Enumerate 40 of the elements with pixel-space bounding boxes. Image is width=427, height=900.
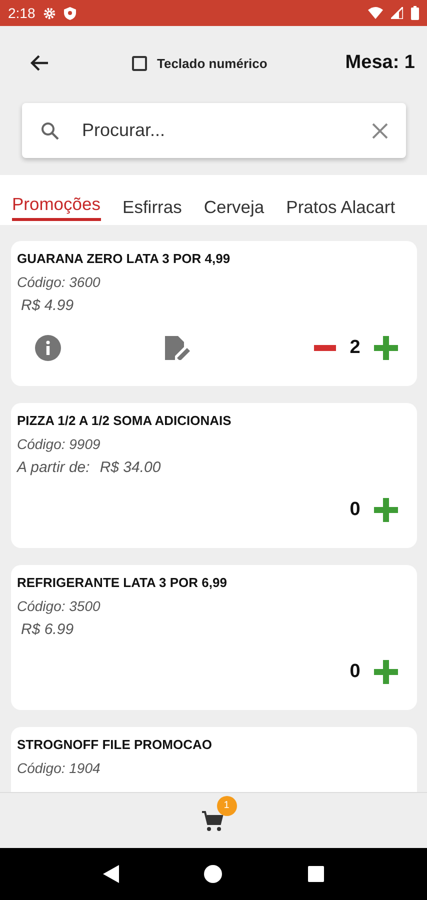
home-nav-icon[interactable] bbox=[204, 865, 222, 883]
battery-icon bbox=[411, 6, 419, 20]
category-tab[interactable]: Cerveja bbox=[204, 175, 264, 225]
quantity: 0 bbox=[348, 499, 362, 521]
search-input[interactable]: Procurar... bbox=[80, 119, 352, 142]
back-nav-icon[interactable] bbox=[102, 865, 119, 883]
product-code: Código: 3500 bbox=[17, 598, 102, 614]
product-price: R$ 6.99 bbox=[20, 621, 74, 638]
product-code: Código: 3600 bbox=[17, 274, 102, 290]
price-label: A partir de: bbox=[17, 459, 90, 476]
numeric-keyboard-checkbox[interactable]: Teclado numérico bbox=[132, 56, 268, 70]
product-price: R$ 34.00 bbox=[100, 459, 161, 476]
quantity: 2 bbox=[348, 337, 362, 359]
product-name: PIZZA 1/2 A 1/2 SOMA ADICIONAIS bbox=[17, 413, 232, 428]
wifi-icon bbox=[368, 7, 383, 19]
signal-icon bbox=[391, 7, 403, 19]
category-tab[interactable]: Pratos Alacart bbox=[286, 175, 396, 225]
increase-button[interactable] bbox=[374, 660, 398, 684]
search-icon bbox=[40, 120, 60, 140]
info-icon[interactable] bbox=[35, 335, 61, 361]
cart-count-badge: 1 bbox=[216, 796, 236, 816]
edit-note-icon[interactable] bbox=[165, 336, 191, 360]
increase-button[interactable] bbox=[374, 498, 398, 522]
product-name: REFRIGERANTE LATA 3 POR 6,99 bbox=[17, 575, 228, 590]
status-time: 2:18 bbox=[8, 5, 36, 21]
product-name: GUARANA ZERO LATA 3 POR 4,99 bbox=[17, 251, 232, 266]
product-price: R$ 4.99 bbox=[20, 297, 74, 314]
product-code: Código: 9909 bbox=[17, 436, 102, 452]
close-icon[interactable] bbox=[372, 122, 388, 138]
quantity: 0 bbox=[348, 661, 362, 683]
shield-icon bbox=[64, 6, 76, 20]
product-code: Código: 1904 bbox=[17, 760, 102, 776]
category-tab[interactable]: Promoções bbox=[12, 175, 101, 225]
category-tab[interactable]: Esfirras bbox=[122, 175, 182, 225]
gear-icon bbox=[43, 6, 56, 20]
table-number: Mesa: 1 bbox=[345, 52, 415, 74]
increase-button[interactable] bbox=[374, 336, 398, 360]
recents-nav-icon[interactable] bbox=[308, 866, 324, 882]
search-field[interactable]: Procurar... bbox=[22, 103, 406, 158]
product-name: STROGNOFF FILE PROMOCAO bbox=[17, 737, 213, 752]
